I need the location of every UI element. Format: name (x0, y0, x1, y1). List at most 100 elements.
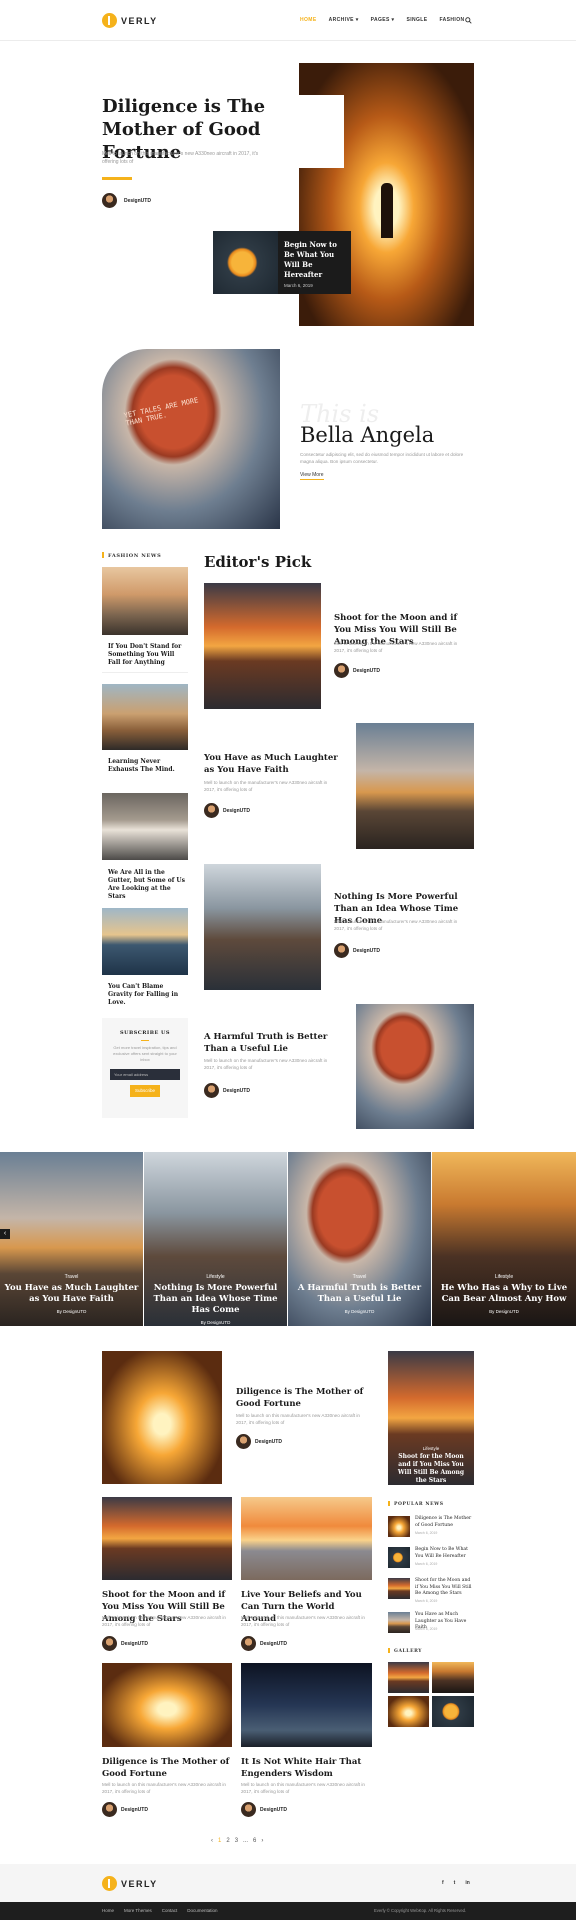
author-avatar (102, 1802, 117, 1817)
slide-title: He Who Has a Why to Live Can Bear Almost… (440, 1283, 568, 1304)
gallery-image-4[interactable] (432, 1696, 474, 1727)
feed-title-4[interactable]: It Is Not White Hair That Engenders Wisd… (241, 1756, 371, 1780)
slider-prev-arrow[interactable]: ‹ (0, 1229, 10, 1239)
gallery-image-3[interactable] (388, 1696, 429, 1727)
editors-author-2[interactable]: DesignUTD (223, 808, 250, 814)
author-avatar (204, 1083, 219, 1098)
slide-4[interactable]: Lifestyle He Who Has a Why to Live Can B… (432, 1152, 576, 1326)
editors-image-4[interactable] (356, 1004, 474, 1129)
editors-author-1[interactable]: DesignUTD (353, 668, 380, 674)
about-image: YET TALES ARE MORE THAN TRUE. (102, 349, 280, 529)
pagination-prev[interactable]: ‹ (211, 1838, 213, 1844)
feed-author-4[interactable]: DesignUTD (260, 1807, 287, 1813)
feed-author-2[interactable]: DesignUTD (260, 1641, 287, 1647)
hero-author[interactable]: DesignUTD (124, 198, 151, 204)
nav-fashion[interactable]: FASHION (439, 17, 464, 23)
subscribe-email-input[interactable]: Your email address (110, 1069, 180, 1080)
editors-author-3[interactable]: DesignUTD (353, 948, 380, 954)
pagination-page[interactable]: 3 (235, 1838, 238, 1844)
pagination-next[interactable]: › (261, 1838, 263, 1844)
editors-author-4[interactable]: DesignUTD (223, 1088, 250, 1094)
pagination-page[interactable]: 2 (226, 1838, 229, 1844)
slide-category: Lifestyle (206, 1274, 225, 1280)
nav-pages[interactable]: PAGES ▾ (371, 17, 395, 23)
feed-image-2[interactable] (241, 1497, 372, 1580)
sidebar-feature-card[interactable]: Lifestyle Shoot for the Moon and if You … (388, 1351, 474, 1485)
fashion-title-4[interactable]: You Can't Blame Gravity for Falling in L… (108, 983, 186, 1007)
hero-card[interactable]: Begin Now to Be What You Will Be Hereaft… (278, 231, 351, 294)
linkedin-icon[interactable]: in (465, 1880, 469, 1886)
subscribe-text: Get more travel inspiration, tips and ex… (113, 1045, 177, 1062)
editors-excerpt-3: Mell to launch on the manufacturer's new… (334, 919, 458, 931)
editors-title-2[interactable]: You Have as Much Laughter as You Have Fa… (204, 752, 344, 776)
hero-card-image[interactable] (213, 231, 278, 294)
footer-link[interactable]: Contact (162, 1908, 178, 1913)
editors-image-2[interactable] (356, 723, 474, 849)
site-logo[interactable]: VERLY (102, 13, 158, 28)
footer-link[interactable]: More Themes (124, 1908, 152, 1913)
about-view-more[interactable]: View More (300, 472, 324, 478)
feed-author-3[interactable]: DesignUTD (121, 1807, 148, 1813)
footer-copyright: Everly © Copyright WebKop. All Rights Re… (374, 1908, 467, 1913)
popular-thumb-4[interactable] (388, 1612, 410, 1633)
feed-image-3[interactable] (102, 1663, 232, 1747)
feed-featured-title[interactable]: Diligence is The Mother of Good Fortune (236, 1386, 366, 1410)
search-icon[interactable] (465, 17, 472, 24)
slide-2[interactable]: Lifestyle Nothing Is More Powerful Than … (144, 1152, 287, 1326)
feed-featured-author[interactable]: DesignUTD (255, 1439, 282, 1445)
footer-social: f t in (442, 1880, 470, 1886)
nav-single[interactable]: SINGLE (406, 17, 427, 23)
logo-icon (102, 1876, 117, 1891)
hero-figure (381, 183, 393, 238)
slide-title: You Have as Much Laughter as You Have Fa… (4, 1283, 139, 1304)
slide-author: By DesignUTD (489, 1309, 519, 1314)
feed-title-3[interactable]: Diligence is The Mother of Good Fortune (102, 1756, 232, 1780)
feed-featured-excerpt: Mell to launch on this manufacturer's ne… (236, 1413, 360, 1425)
feed-excerpt-4: Mell to launch on this manufacturer's ne… (241, 1782, 365, 1794)
footer-link[interactable]: Documentation (187, 1908, 217, 1913)
editors-image-1[interactable] (204, 583, 321, 709)
fashion-image-4[interactable] (102, 908, 188, 975)
pagination-page[interactable]: 1 (218, 1838, 221, 1844)
feed-image-4[interactable] (241, 1663, 372, 1747)
feed-featured-image[interactable] (102, 1351, 222, 1484)
editors-title-4[interactable]: A Harmful Truth is Better Than a Useful … (204, 1031, 344, 1055)
fashion-image-3[interactable] (102, 793, 188, 860)
gallery-image-2[interactable] (432, 1662, 474, 1693)
twitter-icon[interactable]: t (454, 1880, 456, 1886)
pagination-page[interactable]: 6 (253, 1838, 256, 1844)
nav-home[interactable]: HOME (300, 17, 317, 23)
fashion-image-2[interactable] (102, 684, 188, 750)
popular-thumb-1[interactable] (388, 1516, 410, 1537)
about-link-underline (300, 479, 324, 480)
popular-title-1[interactable]: Diligence is The Mother of Good Fortune (415, 1516, 473, 1529)
fashion-title-2[interactable]: Learning Never Exhausts The Mind. (108, 758, 186, 774)
popular-date-2: March 6, 2019 (415, 1562, 438, 1566)
fashion-marker (102, 552, 104, 558)
slide-category: Lifestyle (494, 1274, 514, 1280)
popular-thumb-2[interactable] (388, 1547, 410, 1568)
main-nav: HOME ARCHIVE ▾ PAGES ▾ SINGLE FASHION (300, 17, 465, 23)
logo-icon (102, 13, 117, 28)
footer-link[interactable]: Home (102, 1908, 114, 1913)
fashion-title-1[interactable]: If You Don't Stand for Something You Wil… (108, 643, 186, 667)
popular-title-2[interactable]: Begin Now to Be What You Will Be Hereaft… (415, 1547, 473, 1560)
popular-marker (388, 1501, 390, 1506)
slide-3[interactable]: Travel A Harmful Truth is Better Than a … (288, 1152, 431, 1326)
popular-title-3[interactable]: Shoot for the Moon and if You Miss You W… (415, 1578, 473, 1598)
feed-image-1[interactable] (102, 1497, 232, 1580)
gallery-image-1[interactable] (388, 1662, 429, 1693)
feed-author-1[interactable]: DesignUTD (121, 1641, 148, 1647)
popular-thumb-3[interactable] (388, 1578, 410, 1599)
editors-image-3[interactable] (204, 864, 321, 990)
subscribe-button[interactable]: Subscribe (130, 1085, 160, 1097)
pagination-ellipsis: ... (243, 1838, 249, 1844)
footer-logo[interactable]: VERLY (102, 1876, 158, 1891)
footer-brand-bar (0, 1864, 576, 1902)
slide-1[interactable]: Travel You Have as Much Laughter as You … (0, 1152, 143, 1326)
nav-archive[interactable]: ARCHIVE ▾ (329, 17, 359, 23)
fashion-title-3[interactable]: We Are All in the Gutter, but Some of Us… (108, 869, 186, 901)
popular-date-4: March 6, 2019 (415, 1627, 438, 1631)
fashion-image-1[interactable] (102, 567, 188, 635)
facebook-icon[interactable]: f (442, 1880, 444, 1886)
